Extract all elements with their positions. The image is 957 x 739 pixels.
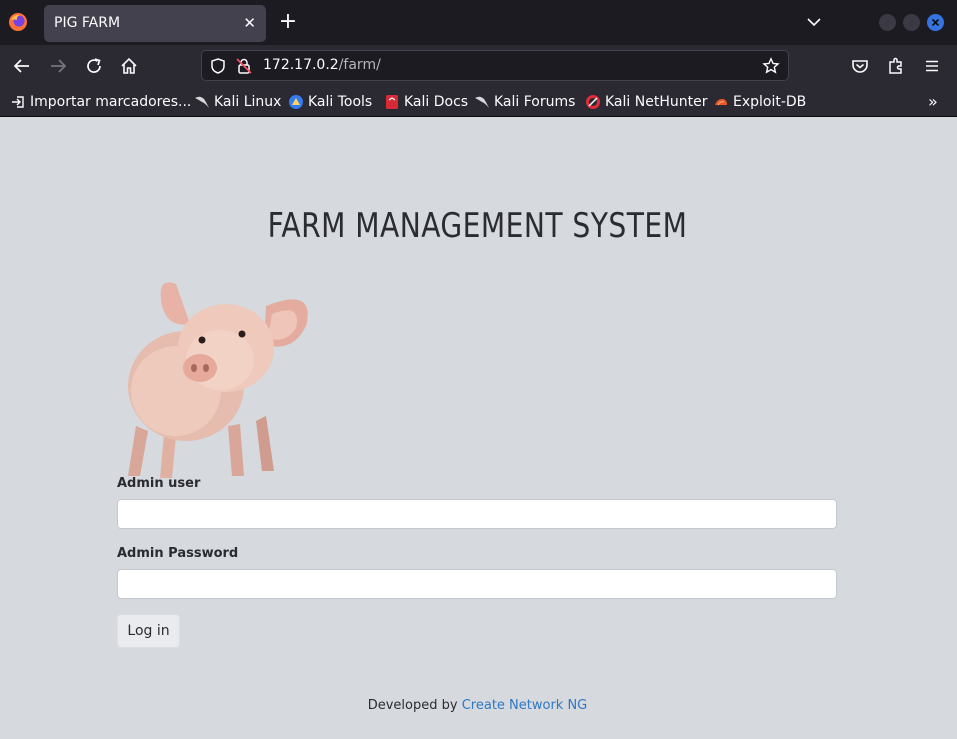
tab-bar: PIG FARM ✕ + (0, 0, 957, 45)
bookmark-star-icon[interactable] (762, 57, 780, 75)
nethunter-icon (586, 95, 600, 109)
bookmark-kali-docs[interactable]: Kali Docs (384, 92, 468, 112)
import-icon (12, 96, 24, 108)
admin-user-input[interactable] (117, 499, 837, 529)
reload-icon[interactable] (84, 56, 104, 76)
bookmark-label: Importar marcadores... (30, 94, 192, 110)
bookmarks-overflow-chevron-icon[interactable]: » (928, 92, 938, 111)
kali-docs-icon (386, 95, 398, 109)
new-tab-button[interactable]: + (278, 10, 298, 34)
insecure-lock-icon[interactable] (235, 57, 253, 75)
admin-user-label: Admin user (117, 476, 201, 491)
bookmark-import[interactable]: Importar marcadores... (10, 92, 191, 112)
kali-dragon-icon (195, 96, 209, 108)
tab-title: PIG FARM (54, 15, 121, 31)
bookmarks-toolbar: Importar marcadores... Kali Linux Kali T… (0, 87, 957, 117)
footer: Developed by Create Network NG (0, 698, 955, 713)
browser-tab[interactable]: PIG FARM ✕ (44, 5, 266, 42)
page-title: FARM MANAGEMENT SYSTEM (267, 206, 688, 246)
pocket-icon[interactable] (850, 56, 870, 76)
url-host: 172.17.0.2 (263, 57, 339, 73)
bookmark-label: Exploit-DB (733, 94, 807, 110)
bookmark-label: Kali Docs (404, 94, 469, 110)
bookmark-label: Kali Tools (308, 94, 373, 110)
footer-text: Developed by (367, 698, 462, 713)
admin-password-input[interactable] (117, 569, 837, 599)
tab-close-icon[interactable]: ✕ (243, 14, 256, 32)
home-icon[interactable] (119, 56, 139, 76)
footer-link[interactable]: Create Network NG (462, 698, 588, 713)
exploit-db-icon (715, 99, 727, 106)
bookmark-label: Kali Linux (214, 94, 282, 110)
close-icon (931, 18, 940, 27)
chevron-down-icon[interactable] (806, 14, 822, 30)
kali-tools-icon (289, 95, 303, 109)
bookmark-kali-tools[interactable]: Kali Tools (288, 92, 372, 112)
firefox-logo-icon[interactable] (8, 12, 28, 32)
address-bar[interactable]: 172.17.0.2/farm/ (201, 50, 789, 81)
url-text[interactable]: 172.17.0.2/farm/ (263, 57, 381, 73)
navigation-bar: 172.17.0.2/farm/ (0, 45, 957, 87)
maximize-button[interactable] (903, 14, 920, 31)
hamburger-menu-icon[interactable] (922, 56, 942, 76)
bookmark-label: Kali Forums (494, 94, 576, 110)
minimize-button[interactable] (879, 14, 896, 31)
back-arrow-icon[interactable] (12, 56, 32, 76)
bookmark-kali-nethunter[interactable]: Kali NetHunter (585, 92, 707, 112)
forward-arrow-icon (51, 59, 67, 73)
bookmark-kali-linux[interactable]: Kali Linux (194, 92, 281, 112)
bookmark-label: Kali NetHunter (605, 94, 708, 110)
page-content: FARM MANAGEMENT SYSTEM Admin user Admin … (0, 118, 957, 739)
shield-icon[interactable] (209, 57, 227, 75)
bookmark-exploit-db[interactable]: Exploit-DB (713, 92, 806, 112)
bookmark-kali-forums[interactable]: Kali Forums (474, 92, 575, 112)
pig-image (128, 282, 308, 478)
kali-dragon-icon (475, 96, 489, 108)
url-path: /farm/ (338, 57, 381, 73)
admin-password-label: Admin Password (117, 546, 239, 561)
window-close-button[interactable] (927, 14, 944, 31)
extensions-puzzle-icon[interactable] (886, 56, 906, 76)
login-button[interactable]: Log in (117, 614, 180, 648)
